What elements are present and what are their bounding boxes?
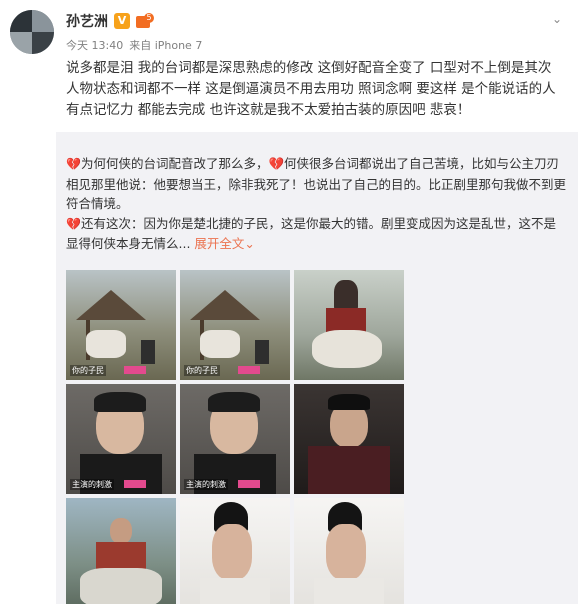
repost-line-2: 还有这次：因为你是楚北捷的子民，这是你最大的错。剧里变成因为这是乱世，这不是显得…: [66, 215, 556, 252]
chevron-down-icon[interactable]: ⌄: [550, 12, 564, 26]
image-caption: 主演的刺激: [70, 479, 114, 490]
watermark-tag: [124, 366, 146, 374]
image-thumbnail[interactable]: [66, 498, 176, 604]
weibo-post: 孙艺洲 V 5 ⌄ 今天 13:40 来自 iPhone 7 说多都是泪 我的台…: [0, 0, 578, 604]
post-source: 来自 iPhone 7: [129, 39, 203, 52]
member-crown-icon[interactable]: 5: [136, 13, 154, 29]
author-name[interactable]: 孙艺洲: [66, 11, 108, 31]
post-meta: 今天 13:40 来自 iPhone 7: [66, 37, 202, 53]
repost-text: 💔为何何侠的台词配音改了那么多，💔何侠很多台词都说出了自己苦境，比如与公主刀刃相…: [66, 154, 566, 254]
watermark-tag: [238, 480, 260, 488]
member-level: 5: [144, 13, 154, 23]
image-thumbnail[interactable]: [294, 270, 404, 380]
author-row: 孙艺洲 V 5: [66, 10, 154, 32]
broken-heart-icon: 💔: [66, 157, 81, 171]
avatar-tile: [10, 10, 32, 32]
chevron-down-icon: ⌄: [244, 236, 255, 251]
image-grid: 你的子民 你的子民 主演的刺激 主演的刺激: [66, 270, 406, 604]
avatar-tile: [10, 32, 32, 54]
author-avatar[interactable]: [10, 10, 54, 54]
repost-card[interactable]: 💔为何何侠的台词配音改了那么多，💔何侠很多台词都说出了自己苦境，比如与公主刀刃相…: [56, 132, 578, 604]
avatar-tile: [32, 10, 54, 32]
image-thumbnail[interactable]: 你的子民: [66, 270, 176, 380]
image-thumbnail[interactable]: 主演的刺激: [180, 384, 290, 494]
expand-full-text-link[interactable]: 展开全文⌄: [194, 236, 255, 251]
post-time[interactable]: 今天 13:40: [66, 37, 123, 53]
broken-heart-icon: 💔: [66, 216, 81, 231]
expand-label: 展开全文: [194, 236, 245, 251]
image-caption: 你的子民: [70, 365, 106, 376]
image-thumbnail[interactable]: [180, 498, 290, 604]
post-text: 说多都是泪 我的台词都是深思熟虑的修改 这倒好配音全变了 口型对不上倒是其次 人…: [66, 60, 556, 118]
image-thumbnail[interactable]: [294, 498, 404, 604]
watermark-tag: [238, 366, 260, 374]
image-thumbnail[interactable]: 你的子民: [180, 270, 290, 380]
avatar-tile: [32, 32, 54, 54]
repost-line-1: 为何何侠的台词配音改了那么多，💔何侠很多台词都说出了自己苦境，比如与公主刀刃相见…: [66, 156, 567, 211]
verified-badge-icon[interactable]: V: [114, 13, 130, 29]
image-thumbnail[interactable]: [294, 384, 404, 494]
image-caption: 主演的刺激: [184, 479, 228, 490]
image-thumbnail[interactable]: 主演的刺激: [66, 384, 176, 494]
watermark-tag: [124, 480, 146, 488]
image-caption: 你的子民: [184, 365, 220, 376]
